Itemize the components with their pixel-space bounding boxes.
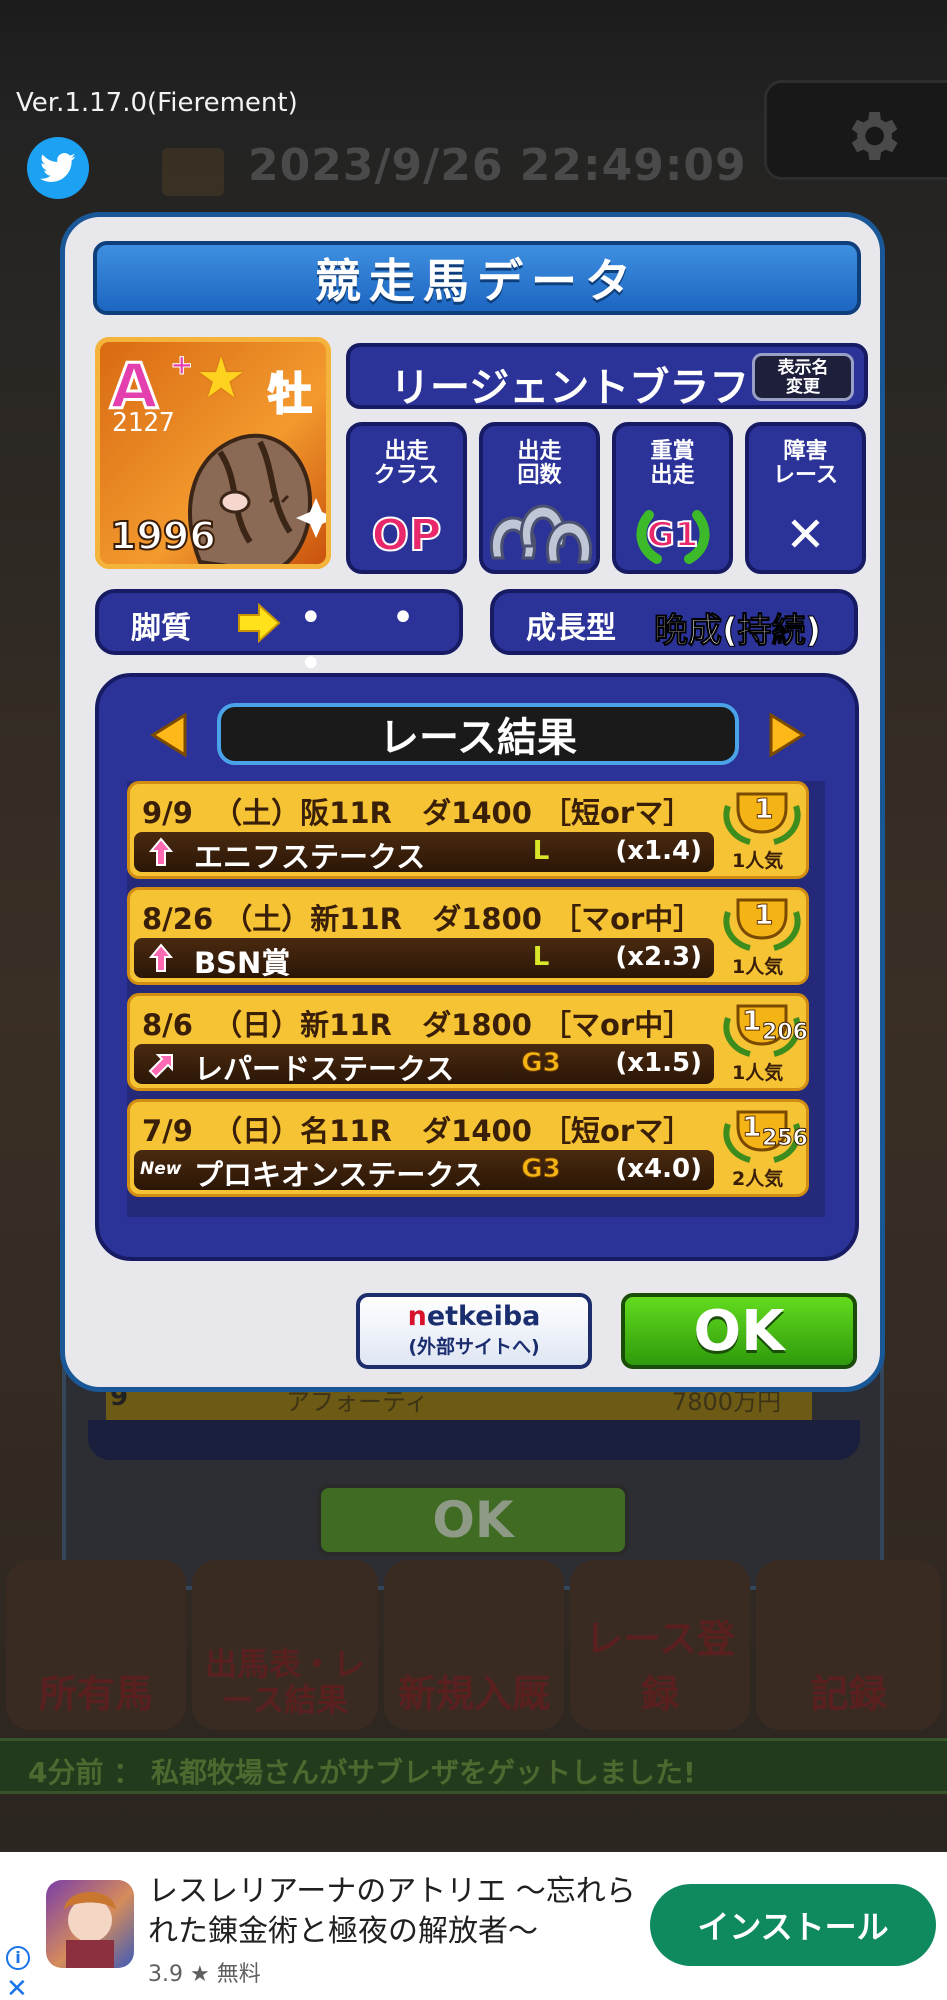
twitter-icon [40,153,76,182]
running-style-bar: 脚質 • • • [95,589,463,687]
new-badge: New [140,1159,182,1179]
race-results-title: レース結果 [217,703,739,765]
finish-position: 1 [753,898,774,932]
stat-race-class: 出走 クラス OP [346,422,467,574]
race-result-row[interactable]: 7/9 （日）名11R ダ1400 ［短orマ］ New プロキオンステークス … [127,1099,809,1197]
version-label: Ver.1.17.0(Fierement) [16,88,298,118]
race-name: プロキオンステークス [194,1158,483,1192]
finish-position: 1 [741,1110,762,1144]
growth-type-value: 晩成(持続) [653,611,822,652]
odds-value: (x1.4) [615,836,702,866]
menu-records: 記録 [756,1560,941,1730]
ad-close-icon[interactable]: ✕ [6,1974,28,2000]
netkeiba-button[interactable]: netkeiba (外部サイトへ) [356,1293,592,1369]
grade-badge: G3 [521,1154,561,1185]
prev-arrow-icon[interactable] [149,713,189,757]
ad-info-icon[interactable]: i [6,1946,30,1970]
popularity: 1人気 [732,850,784,872]
ad-meta: 3.9 ★ 無料 [148,1962,261,1987]
race-results-panel: レース結果 9/9 （土）阪11R ダ1400 ［短orマ］ エニフステークス … [95,673,859,1261]
growth-type-bar: 成長型 晩成(持続) [490,589,858,655]
horse-name-bar: リージェントブラフ 表示名 変更 [346,343,868,411]
ad-title[interactable]: レスレリアーナのアトリエ ～忘れられた錬金術と極夜の解放者～ [148,1872,638,1952]
rename-button[interactable]: 表示名 変更 [752,353,854,401]
stat-graded-races: 重賞 出走 G1 [612,422,733,574]
install-button[interactable]: インストール [650,1884,936,1966]
running-style-label: 脚質 [131,611,191,646]
race-name: BSN賞 [194,946,291,980]
arrow-right-icon [238,603,281,643]
background-panel [88,1420,860,1460]
menu-new-horse: 新規入厩 [384,1560,564,1730]
odds-value: (x4.0) [615,1154,702,1184]
grade-badge: L [532,836,550,866]
race-result-row[interactable]: 9/9 （土）阪11R ダ1400 ［短orマ］ エニフステークス L (x1.… [127,781,809,879]
rating-value: 2127 [112,408,175,438]
race-name: エニフステークス [194,840,426,874]
race-results-list: 9/9 （土）阪11R ダ1400 ［短orマ］ エニフステークス L (x1.… [127,781,825,1217]
popularity: 2人気 [732,1168,784,1190]
odds-value: (x1.5) [615,1048,702,1078]
cross-icon: ✕ [785,507,826,563]
odds-value: (x2.3) [615,942,702,972]
menu-owned-horses: 所有馬 [6,1560,186,1730]
finish-position: 1 [753,792,774,826]
horse-name: リージェントブラフ [390,365,750,411]
rating-star-icon: ★ [190,1962,210,1987]
background-ok-button: OK [317,1484,629,1556]
grade-badge: L [532,942,550,972]
popularity: 1人気 [732,1062,784,1084]
netkeiba-sub-label: (外部サイトへ) [408,1336,540,1358]
next-arrow-icon[interactable] [767,713,807,757]
stat-jump-races: 障害 レース ✕ [745,422,866,574]
horseshoes-icon [483,504,596,564]
race-result-row[interactable]: 8/6 （日）新11R ダ1800 ［マor中］ レパードステークス G3 (x… [127,993,809,1091]
race-name: レパードステークス [194,1052,455,1086]
stat-race-count: 出走 回数 [479,422,600,574]
arrow-up-icon [144,836,178,868]
datetime-label: 2023/9/26 22:49:09 [248,140,747,191]
g1-laurel-icon: G1 [616,508,729,564]
menu-race-entry: レース登録 [570,1560,750,1730]
race-result-row[interactable]: 8/26 （土）新11R ダ1800 ［マor中］ BSN賞 L (x2.3) … [127,887,809,985]
bottom-menu: 所有馬 出馬表・レース結果 新規入厩 レース登録 記録 [0,1560,947,1730]
rank-plus: + [169,348,194,382]
ok-button[interactable]: OK [621,1293,857,1369]
op-badge: OP [371,509,443,562]
growth-type-label: 成長型 [526,611,616,646]
star-icon: ★ [196,346,247,411]
horse-portrait-card: A + ★ 牡 2127 1996 [95,337,331,569]
ad-banner[interactable]: レスレリアーナのアトリエ ～忘れられた錬金術と極夜の解放者～ 3.9 ★ 無料 … [0,1852,947,2000]
race-entries-count: 206 [762,1020,809,1046]
popularity: 1人気 [732,956,784,978]
horse-data-modal: 競走馬データ A + ★ 牡 2127 1996 リージェントブラフ 表示名 変… [60,212,885,1392]
ad-app-icon[interactable] [46,1880,134,1968]
grade-badge: G3 [521,1048,561,1079]
menu-race-card: 出馬表・レース結果 [192,1560,378,1730]
birth-year: 1996 [109,513,217,559]
finish-position: 1 [741,1004,762,1038]
gear-icon[interactable] [840,104,904,168]
race-entries-count: 256 [762,1126,809,1152]
modal-title: 競走馬データ [93,241,861,315]
sex-label: 牡 [267,368,313,421]
arrow-up-right-icon [144,1048,178,1080]
twitter-button[interactable] [27,137,89,199]
news-ticker: 4分前 ： 私都牧場さんがサブレザをゲットしました! [0,1738,947,1794]
arrow-up-icon [144,942,178,974]
